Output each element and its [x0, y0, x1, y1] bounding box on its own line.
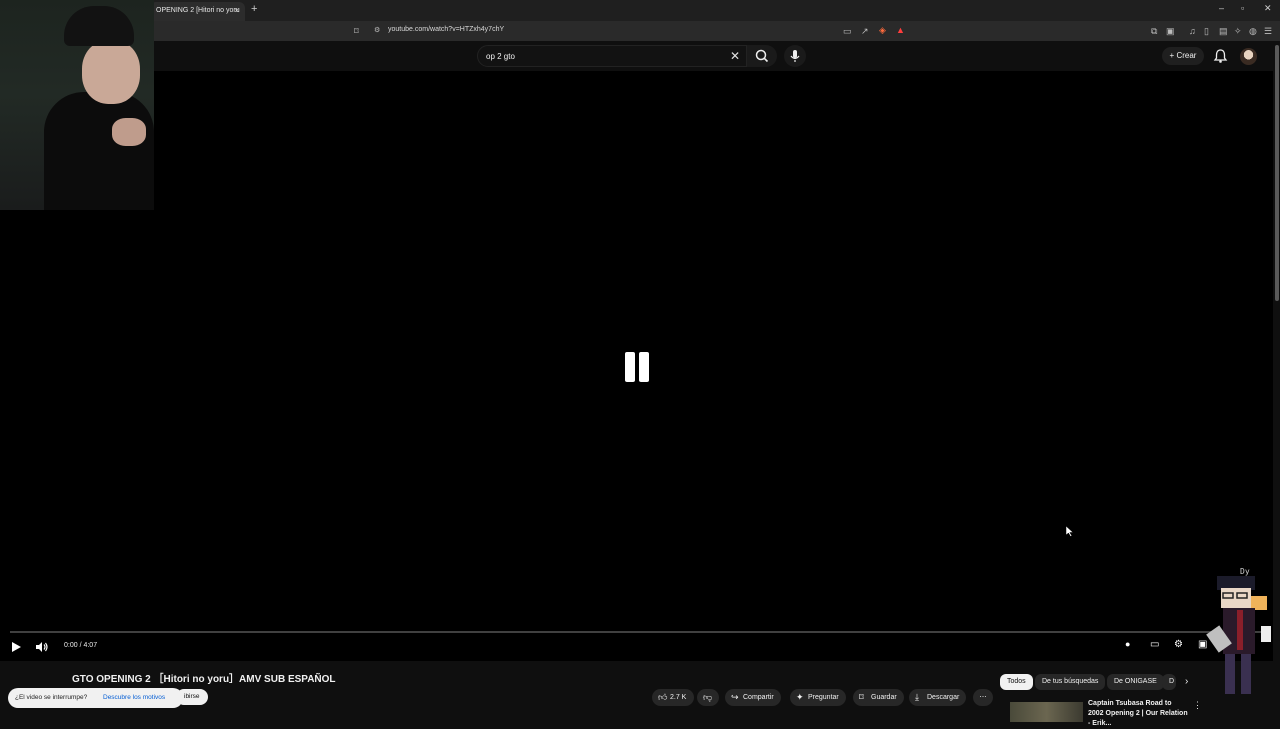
webcam-body	[44, 92, 154, 210]
rewards-icon[interactable]: ▲	[896, 25, 905, 35]
browser-tab[interactable]: OPENING 2 [Hitori no yoru ×	[150, 2, 245, 21]
video-title: GTO OPENING 2 ［Hitori no yoru］AMV SUB ES…	[72, 674, 336, 685]
recommendation-title[interactable]: Captain Tsubasa Road to 2002 Opening 2 |…	[1088, 699, 1188, 729]
save-button[interactable]: ⌑ Guardar	[853, 689, 904, 706]
leo-icon[interactable]: ✧	[1234, 26, 1242, 37]
progress-bar[interactable]	[10, 631, 1263, 633]
tab-close-icon[interactable]: ×	[234, 2, 239, 19]
address-bar: ⌑ ⚙ youtube.com/watch?v=HTZxh4y7chY ▭ ↗ …	[0, 21, 1280, 41]
bookmark-save-icon: ⌑	[859, 692, 864, 702]
notifications-bell-icon[interactable]	[1213, 48, 1228, 64]
wallet-icon[interactable]: ▣	[1166, 26, 1175, 37]
ask-label: Preguntar	[808, 694, 839, 701]
cast-icon[interactable]: ▭	[843, 26, 852, 37]
chip-de-tus-busquedas[interactable]: De tus búsquedas	[1035, 674, 1106, 690]
download-icon: ⤓	[915, 692, 919, 702]
ask-button[interactable]: ✦ Preguntar	[790, 689, 846, 706]
microphone-icon	[790, 50, 800, 62]
sprite-label: Dy	[1240, 567, 1250, 576]
download-label: Descargar	[927, 694, 960, 701]
toast-question: ¿El video se interrumpe?	[15, 694, 88, 701]
chip-partial[interactable]: D	[1162, 674, 1176, 690]
thumbs-down-icon: 👎︎	[703, 692, 713, 702]
browser-tab-strip: OPENING 2 [Hitori no yoru × + – ▫ ✕	[0, 0, 1280, 21]
minimize-button[interactable]: –	[1219, 3, 1224, 13]
clear-search-icon[interactable]: ✕	[730, 49, 740, 63]
share-label: Compartir	[743, 694, 774, 701]
video-details: GTO OPENING 2 ［Hitori no yoru］AMV SUB ES…	[0, 661, 1280, 727]
search-query: op 2 gto	[486, 52, 515, 61]
sidebar-icon[interactable]: ▯	[1204, 26, 1209, 37]
sparkle-icon: ✦	[796, 692, 804, 702]
brave-shield-icon[interactable]: ◈	[879, 25, 886, 36]
search-icon	[755, 49, 769, 63]
maximize-button[interactable]: ▫	[1241, 3, 1244, 13]
search-button[interactable]	[747, 45, 777, 67]
playback-issue-toast: ¿El video se interrumpe? Descubre los mo…	[8, 688, 183, 708]
volume-icon[interactable]	[35, 641, 49, 653]
time-display: 0:00 / 4:07	[64, 642, 98, 649]
more-horizontal-icon: ⋯	[979, 694, 987, 701]
share-button[interactable]: ↪ Compartir	[725, 689, 781, 706]
menu-icon[interactable]: ☰	[1264, 26, 1272, 37]
chip-de-onigase[interactable]: De ONIGASE	[1107, 674, 1164, 690]
voice-search-button[interactable]	[784, 45, 806, 67]
vpn-icon[interactable]: ◍	[1249, 26, 1257, 37]
url-field[interactable]: youtube.com/watch?v=HTZxh4y7chY	[388, 26, 504, 33]
extensions-icon[interactable]: ⧉	[1151, 26, 1157, 37]
new-tab-button[interactable]: +	[251, 3, 257, 15]
pause-indicator-icon	[622, 352, 652, 384]
media-icon[interactable]: ♫	[1189, 26, 1196, 36]
dislike-button[interactable]: 👎︎	[697, 689, 719, 706]
chip-todos[interactable]: Todos	[1000, 674, 1033, 690]
bookmark-icon[interactable]: ⌑	[354, 26, 359, 37]
create-label: Crear	[1176, 51, 1197, 60]
share-page-icon[interactable]: ↗	[861, 26, 869, 37]
video-player[interactable]: 0:00 / 4:07 ● ▭ ⚙ ▣	[0, 71, 1273, 661]
webcam-face	[82, 40, 140, 104]
close-window-button[interactable]: ✕	[1264, 3, 1272, 14]
save-label: Guardar	[871, 694, 897, 701]
site-info-icon[interactable]: ⚙	[374, 26, 380, 34]
chevron-right-icon[interactable]: ›	[1185, 676, 1188, 687]
tab-search-icon[interactable]: ▤	[1219, 26, 1228, 37]
more-actions-button[interactable]: ⋯	[973, 689, 993, 706]
webcam-hand	[112, 118, 146, 146]
like-count: 2.7 K	[670, 694, 687, 701]
streamer-webcam	[0, 0, 154, 210]
recommendation-thumbnail[interactable]	[1010, 702, 1083, 722]
play-icon[interactable]	[10, 641, 22, 653]
subtitles-icon[interactable]: ▭	[1150, 639, 1159, 650]
download-button[interactable]: ⤓ Descargar	[909, 689, 967, 706]
toast-link[interactable]: Descubre los motivos	[103, 688, 165, 708]
pixel-character-overlay: Dy	[1206, 567, 1271, 694]
scrollbar-thumb[interactable]	[1275, 45, 1279, 301]
thumbs-up-icon: 👍︎	[658, 692, 668, 702]
avatar[interactable]	[1240, 48, 1257, 65]
youtube-header: op 2 gto ✕ + Crear	[0, 41, 1280, 71]
create-button[interactable]: + Crear	[1162, 47, 1204, 65]
settings-gear-icon[interactable]: ⚙	[1174, 639, 1183, 650]
more-vertical-icon[interactable]: ⋮	[1193, 700, 1202, 711]
search-input[interactable]: op 2 gto ✕	[477, 45, 747, 67]
tab-title: OPENING 2 [Hitori no yoru	[156, 7, 240, 14]
like-button[interactable]: 👍︎ 2.7 K	[652, 689, 694, 706]
autoplay-toggle-icon[interactable]: ●	[1125, 639, 1130, 649]
webcam-cap	[64, 6, 134, 46]
share-icon: ↪	[731, 692, 739, 702]
